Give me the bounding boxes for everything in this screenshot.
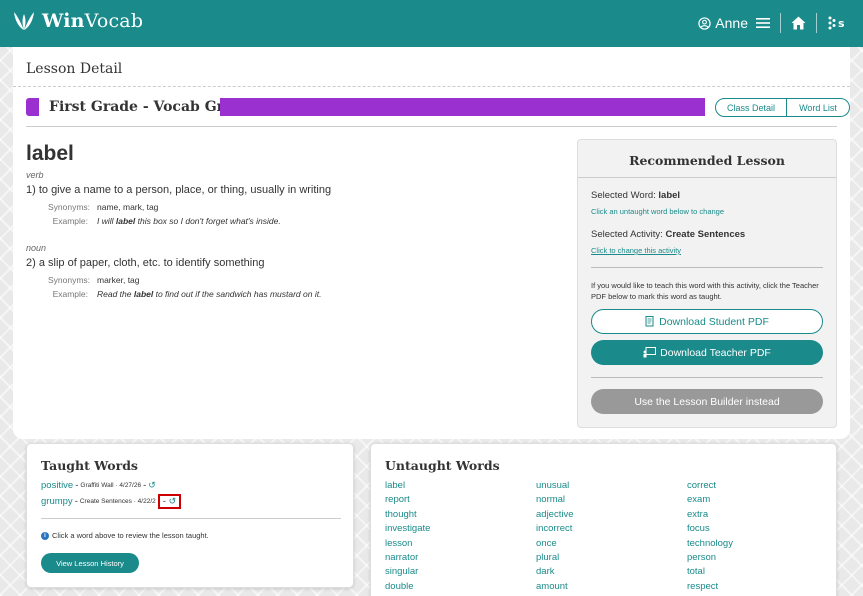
untaught-word-link[interactable]: dark [536,565,574,579]
taught-word-meta: Create Sentences · 4/22/2 [79,498,156,505]
untaught-word-link[interactable]: normal [536,493,574,507]
untaught-word-link[interactable]: technology [687,537,733,551]
definition-text: 2) a slip of paper, cloth, etc. to ident… [26,257,265,269]
untaught-word-link[interactable]: lesson [385,537,430,551]
definition-text: 1) to give a name to a person, place, or… [26,184,332,196]
lesson-builder-button[interactable]: Use the Lesson Builder instead [591,389,823,414]
divider [591,267,823,268]
example-sentence: Read the label to find out if the sandwi… [97,289,322,299]
synonyms-value: marker, tag [97,275,140,285]
untaught-word-link[interactable]: correct [687,479,733,493]
divider [41,518,341,519]
view-lesson-history-button[interactable]: View Lesson History [41,553,139,573]
word-list-button[interactable]: Word List [787,98,850,117]
synonyms-value: name, mark, tag [97,202,159,212]
word-title: label [26,142,74,165]
untaught-word-link[interactable]: plural [536,551,574,565]
untaught-words-title: Untaught Words [385,458,500,473]
brand-s-icon[interactable]: s [827,15,847,31]
grade-color-tab [26,98,39,116]
taught-word-meta: Graffiti Wall · 4/27/26 [80,482,142,489]
untaught-word-link[interactable]: unusual [536,479,574,493]
untaught-word-link[interactable]: adjective [536,508,574,522]
teacher-pdf-note: If you would like to teach this word wit… [591,281,819,301]
grade-title: First Grade - Vocab Gr 1 [49,99,239,115]
leaf-logo-icon [14,12,34,30]
untaught-words-card: Untaught Words label report thought inve… [370,443,837,596]
logo-text: WinVocab [42,10,144,32]
teacher-board-icon [643,347,657,358]
recommended-lesson-panel: Recommended Lesson Selected Word: label … [577,139,837,428]
user-menu[interactable]: Anne [698,15,770,31]
menu-icon[interactable] [756,17,770,29]
selected-activity: Selected Activity: Create Sentences [591,229,746,240]
example-label: Example: [52,289,88,299]
untaught-word-link[interactable]: double [385,580,430,594]
svg-text:s: s [838,17,845,30]
taught-word-row: grumpy - Create Sentences · 4/22/2 - ↺ [41,494,182,509]
untaught-word-link[interactable]: investigate [385,522,430,536]
divider [591,377,823,378]
divider [578,177,836,178]
untaught-word-link[interactable]: incorrect [536,522,574,536]
lesson-detail-card: Lesson Detail First Grade - Vocab Gr 1 C… [13,47,850,439]
part-of-speech: verb [26,170,44,180]
document-icon [645,316,654,327]
logo[interactable]: WinVocab [12,10,143,32]
info-icon: i [41,531,49,540]
nav-divider [816,13,817,33]
untaught-column: correct exam extra focus technology pers… [687,479,733,594]
grade-button-group: Class Detail Word List [715,98,850,117]
untaught-column: unusual normal adjective incorrect once … [536,479,574,594]
info-message: i Click a word above to review the lesso… [41,531,209,540]
untaught-word-link[interactable]: report [385,493,430,507]
untaught-word-link[interactable]: person [687,551,733,565]
undo-icon[interactable]: ↺ [169,496,177,506]
untaught-word-link[interactable]: amount [536,580,574,594]
untaught-word-link[interactable]: extra [687,508,733,522]
taught-words-title: Taught Words [41,458,138,473]
class-detail-button[interactable]: Class Detail [715,98,787,117]
home-icon[interactable] [791,16,806,30]
download-student-pdf-button[interactable]: Download Student PDF [591,309,823,334]
download-teacher-pdf-button[interactable]: Download Teacher PDF [591,340,823,365]
grade-divider [26,126,837,127]
untaught-column: label report thought investigate lesson … [385,479,430,594]
untaught-word-link[interactable]: label [385,479,430,493]
part-of-speech: noun [26,243,47,253]
page-title: Lesson Detail [13,47,850,87]
example-sentence: I will label this box so I don't forget … [97,216,281,226]
taught-word-link[interactable]: positive [41,480,73,491]
change-activity-link[interactable]: Click to change this activity [591,246,681,255]
untaught-word-link[interactable]: singular [385,565,430,579]
synonyms-label: Synonyms: [48,202,91,212]
top-bar: WinVocab Anne s [0,0,863,47]
user-name: Anne [715,15,748,31]
taught-words-card: Taught Words positive - Graffiti Wall · … [26,443,354,588]
grade-header: First Grade - Vocab Gr 1 Class Detail Wo… [26,98,850,118]
untaught-word-link[interactable]: once [536,537,574,551]
untaught-word-link[interactable]: narrator [385,551,430,565]
selected-word: Selected Word: label [591,190,681,201]
untaught-word-link[interactable]: total [687,565,733,579]
undo-icon[interactable]: ↺ [148,480,156,491]
change-word-link[interactable]: Click an untaught word below to change [591,207,724,216]
highlighted-undo[interactable]: - ↺ [157,494,182,509]
top-right-nav: Anne s [698,13,847,33]
taught-word-row: positive - Graffiti Wall · 4/27/26 - ↺ [41,480,156,491]
untaught-word-link[interactable]: respect [687,580,733,594]
untaught-word-link[interactable]: thought [385,508,430,522]
grade-color-bar [220,98,705,116]
synonyms-label: Synonyms: [48,275,91,285]
nav-divider [780,13,781,33]
taught-word-link[interactable]: grumpy [41,496,73,507]
untaught-word-link[interactable]: focus [687,522,733,536]
example-label: Example: [52,216,88,226]
untaught-word-link[interactable]: exam [687,493,733,507]
recommended-title: Recommended Lesson [629,153,785,168]
user-circle-icon [698,16,711,30]
